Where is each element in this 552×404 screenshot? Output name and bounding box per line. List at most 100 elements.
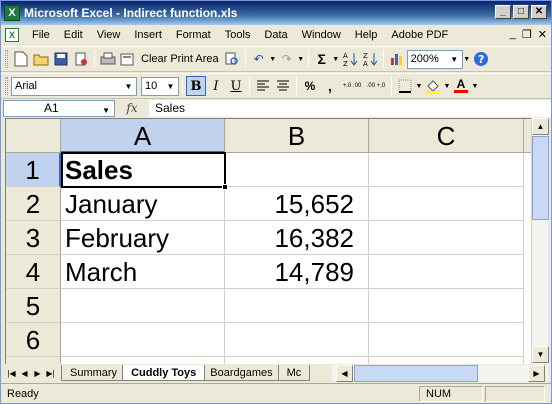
underline-button[interactable]: U bbox=[226, 76, 246, 96]
new-icon[interactable] bbox=[11, 49, 31, 69]
help-icon[interactable]: ? bbox=[471, 49, 491, 69]
tab-cuddly-toys[interactable]: Cuddly Toys bbox=[122, 365, 206, 381]
menu-window[interactable]: Window bbox=[295, 29, 348, 41]
print-icon[interactable] bbox=[98, 49, 118, 69]
cell-a7[interactable] bbox=[61, 357, 225, 364]
doc-minimize-button[interactable]: _ bbox=[510, 28, 516, 41]
italic-button[interactable]: I bbox=[206, 76, 226, 96]
excel-app-icon[interactable]: X bbox=[4, 5, 20, 21]
cell-c7[interactable] bbox=[369, 357, 524, 364]
cell-a5[interactable] bbox=[61, 289, 225, 323]
maximize-button[interactable]: □ bbox=[513, 5, 529, 19]
cell-c1[interactable] bbox=[369, 153, 524, 187]
toolbar-options-icon[interactable]: ▼ bbox=[463, 49, 471, 69]
menu-help[interactable]: Help bbox=[348, 29, 385, 41]
cell-b1[interactable] bbox=[225, 153, 369, 187]
toolbar-grip[interactable] bbox=[5, 50, 8, 68]
cell-b7[interactable] bbox=[225, 357, 369, 364]
next-sheet-icon[interactable]: ▶ bbox=[31, 366, 44, 381]
cell-b6[interactable] bbox=[225, 323, 369, 357]
cell-b4[interactable]: 14,789 bbox=[225, 255, 369, 289]
increase-decimal-button[interactable]: +.0 .00 bbox=[340, 76, 364, 96]
vertical-scroll-thumb[interactable] bbox=[532, 136, 549, 220]
fill-color-dropdown-icon[interactable]: ▼ bbox=[443, 76, 451, 96]
cell-b5[interactable] bbox=[225, 289, 369, 323]
select-all-button[interactable] bbox=[6, 119, 61, 153]
function-icon[interactable]: fx bbox=[115, 101, 149, 115]
minimize-button[interactable]: _ bbox=[495, 5, 511, 19]
row-header-4[interactable]: 4 bbox=[6, 255, 61, 289]
tab-summary[interactable]: Summary bbox=[61, 365, 127, 381]
scroll-right-icon[interactable]: ▶ bbox=[528, 365, 545, 382]
prev-sheet-icon[interactable]: ◀ bbox=[18, 366, 31, 381]
cell-a3[interactable]: February bbox=[61, 221, 225, 255]
clear-print-area-button[interactable]: Clear Print Area bbox=[138, 53, 222, 65]
autosum-icon[interactable]: Σ bbox=[312, 49, 332, 69]
doc-close-button[interactable]: ✕ bbox=[538, 28, 547, 41]
chevron-down-icon[interactable]: ▼ bbox=[122, 79, 135, 94]
redo-icon[interactable]: ↷ bbox=[277, 49, 297, 69]
align-center-icon[interactable] bbox=[273, 76, 293, 96]
close-button[interactable]: ✕ bbox=[531, 5, 547, 19]
row-header-6[interactable]: 6 bbox=[6, 323, 61, 357]
fill-handle[interactable] bbox=[222, 184, 228, 190]
menu-file[interactable]: File bbox=[25, 29, 57, 41]
title-bar[interactable]: X Microsoft Excel - Indirect function.xl… bbox=[1, 1, 551, 25]
zoom-select[interactable]: 200% ▼ bbox=[406, 49, 463, 69]
permission-icon[interactable] bbox=[71, 49, 91, 69]
bold-button[interactable]: B bbox=[186, 76, 206, 96]
redo-dropdown-icon[interactable]: ▼ bbox=[297, 49, 305, 69]
workbook-icon[interactable]: X bbox=[5, 28, 19, 42]
autosum-dropdown-icon[interactable]: ▼ bbox=[332, 49, 340, 69]
cell-a2[interactable]: January bbox=[61, 187, 225, 221]
menu-insert[interactable]: Insert bbox=[127, 29, 169, 41]
cell-c3[interactable] bbox=[369, 221, 524, 255]
cell-c5[interactable] bbox=[369, 289, 524, 323]
cell-a4[interactable]: March bbox=[61, 255, 225, 289]
menu-format[interactable]: Format bbox=[169, 29, 218, 41]
menu-edit[interactable]: Edit bbox=[57, 29, 90, 41]
tab-boardgames[interactable]: Boardgames bbox=[201, 365, 282, 381]
scroll-down-icon[interactable]: ▼ bbox=[532, 346, 549, 363]
row-header-3[interactable]: 3 bbox=[6, 221, 61, 255]
scroll-left-icon[interactable]: ◀ bbox=[336, 365, 353, 382]
font-color-dropdown-icon[interactable]: ▼ bbox=[471, 76, 479, 96]
sort-descending-icon[interactable]: ZA bbox=[360, 49, 380, 69]
row-header-1[interactable]: 1 bbox=[6, 153, 61, 187]
chart-wizard-icon[interactable] bbox=[387, 49, 407, 69]
align-left-icon[interactable] bbox=[253, 76, 273, 96]
toolbar-grip[interactable] bbox=[5, 77, 8, 95]
fill-color-icon[interactable] bbox=[423, 76, 443, 96]
column-header-b[interactable]: B bbox=[225, 119, 369, 153]
font-select[interactable]: Arial ▼ bbox=[11, 76, 137, 96]
row-header-5[interactable]: 5 bbox=[6, 289, 61, 323]
borders-icon[interactable] bbox=[395, 76, 415, 96]
last-sheet-icon[interactable]: ▶| bbox=[44, 366, 57, 381]
horizontal-scrollbar[interactable]: ◀ ▶ bbox=[332, 365, 548, 382]
font-size-select[interactable]: 10 ▼ bbox=[141, 76, 179, 96]
formula-input[interactable]: Sales bbox=[149, 99, 551, 117]
name-box[interactable]: A1 ▼ bbox=[3, 99, 115, 117]
column-header-d[interactable] bbox=[524, 119, 531, 153]
cell-c2[interactable] bbox=[369, 187, 524, 221]
column-header-c[interactable]: C bbox=[369, 119, 524, 153]
vertical-scrollbar[interactable]: ▲ ▼ bbox=[531, 118, 549, 364]
cell-b2[interactable]: 15,652 bbox=[225, 187, 369, 221]
chevron-down-icon[interactable]: ▼ bbox=[448, 52, 461, 67]
undo-dropdown-icon[interactable]: ▼ bbox=[269, 49, 277, 69]
menu-data[interactable]: Data bbox=[257, 29, 294, 41]
row-header-2[interactable]: 2 bbox=[6, 187, 61, 221]
chevron-down-icon[interactable]: ▼ bbox=[164, 79, 177, 94]
undo-icon[interactable]: ↶ bbox=[249, 49, 269, 69]
comma-style-button[interactable]: , bbox=[320, 76, 340, 96]
borders-dropdown-icon[interactable]: ▼ bbox=[415, 76, 423, 96]
save-icon[interactable] bbox=[51, 49, 71, 69]
tab-mc[interactable]: Mc bbox=[277, 365, 311, 381]
menu-view[interactable]: View bbox=[90, 29, 128, 41]
menu-adobe-pdf[interactable]: Adobe PDF bbox=[384, 29, 455, 41]
open-folder-icon[interactable] bbox=[31, 49, 51, 69]
font-color-icon[interactable]: A bbox=[451, 76, 471, 96]
cell-c4[interactable] bbox=[369, 255, 524, 289]
zoom-preview-icon[interactable] bbox=[222, 49, 242, 69]
first-sheet-icon[interactable]: |◀ bbox=[5, 366, 18, 381]
